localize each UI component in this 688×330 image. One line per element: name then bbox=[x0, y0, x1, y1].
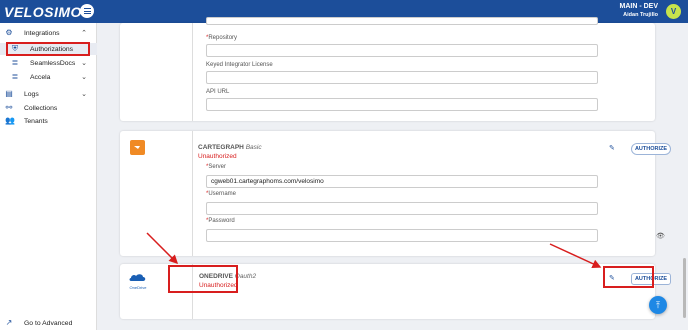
app-logo[interactable]: VELOSIMO bbox=[4, 4, 82, 20]
avatar[interactable]: V bbox=[666, 4, 681, 19]
arrow-up-icon[interactable]: ⤒ bbox=[649, 296, 667, 314]
sidebar-item-integrations[interactable]: ⚙ Integrations ⌃ bbox=[0, 27, 97, 39]
sidebar-item-collections[interactable]: ⚯ Collections bbox=[0, 102, 97, 114]
sidebar-item-seamlessdocs[interactable]: ≣ SeamlessDocs ⌄ bbox=[0, 57, 97, 69]
accela-icon: ≣ bbox=[11, 72, 19, 81]
sidebar-item-label: SeamlessDocs bbox=[30, 59, 76, 67]
log-icon: ▤ bbox=[5, 89, 13, 98]
sidebar-item-label: Go to Advanced bbox=[24, 319, 73, 327]
chevron-down-icon[interactable]: ⌄ bbox=[81, 73, 87, 81]
link-icon: ⚯ bbox=[5, 103, 13, 112]
environment-label[interactable]: MAIN - DEV bbox=[620, 3, 659, 10]
sidebar-item-label: Collections bbox=[24, 104, 58, 112]
sidebar-item-tenants[interactable]: 👥 Tenants bbox=[0, 115, 97, 127]
arrow-to-authorize bbox=[549, 243, 602, 268]
arrow-to-status bbox=[146, 232, 179, 265]
sidebar-item-label: Integrations bbox=[24, 29, 60, 37]
sidebar-item-label: Accela bbox=[30, 73, 51, 81]
people-icon: 👥 bbox=[5, 116, 15, 125]
chevron-up-icon[interactable]: ⌃ bbox=[81, 29, 87, 37]
seamlessdocs-icon: ≣ bbox=[11, 58, 19, 67]
sidebar-item-logs[interactable]: ▤ Logs ⌄ bbox=[0, 88, 97, 100]
scrollbar[interactable] bbox=[683, 258, 686, 318]
main-content: *Repository Keyed Integrator License API… bbox=[97, 17, 688, 330]
sidebar-item-label: Tenants bbox=[24, 117, 48, 125]
chevron-down-icon[interactable]: ⌄ bbox=[81, 59, 87, 67]
sidebar-item-label: Logs bbox=[24, 90, 39, 98]
sidebar: ⚙ Integrations ⌃ ⛨ Authorizations ≣ Seam… bbox=[0, 23, 97, 330]
gear-icon: ⚙ bbox=[5, 28, 13, 37]
annotation-arrows bbox=[146, 232, 602, 268]
user-name: Aidan Trujillo bbox=[623, 12, 658, 18]
external-link-icon: ↗ bbox=[5, 318, 13, 327]
highlight-box-authorizations bbox=[6, 42, 90, 56]
hamburger-icon[interactable] bbox=[80, 4, 94, 18]
sidebar-item-advanced[interactable]: ↗ Go to Advanced bbox=[0, 317, 97, 329]
sidebar-item-accela[interactable]: ≣ Accela ⌄ bbox=[0, 71, 97, 83]
chevron-down-icon[interactable]: ⌄ bbox=[81, 90, 87, 98]
